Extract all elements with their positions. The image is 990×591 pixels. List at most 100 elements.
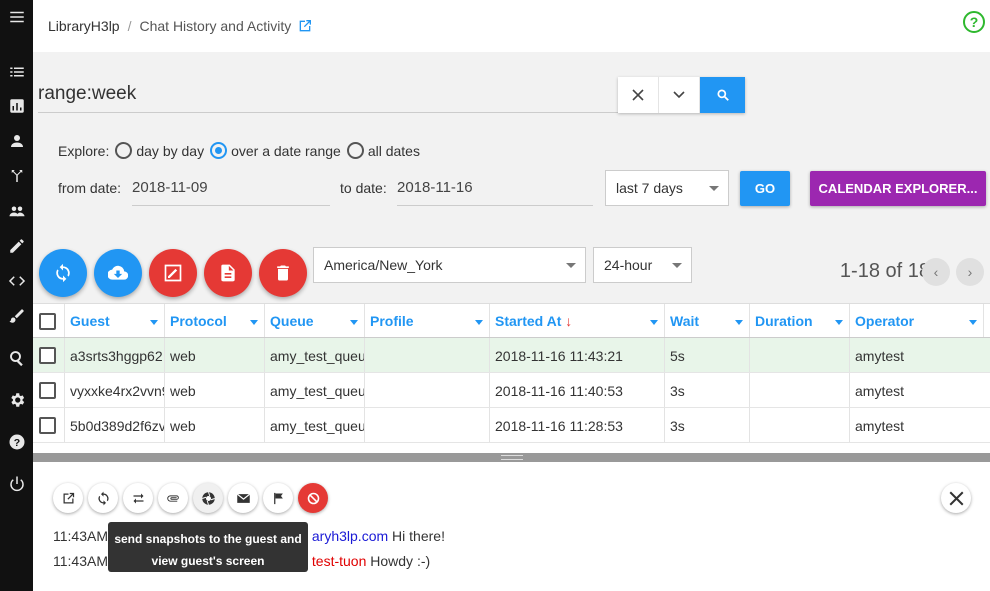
range-preset-select[interactable]: last 7 days: [605, 170, 729, 206]
radio-day-by-day[interactable]: [115, 142, 133, 159]
column-menu-icon[interactable]: [969, 320, 977, 325]
cell-duration: [749, 408, 849, 442]
signature-button[interactable]: [149, 249, 197, 297]
cell-operator: amytest: [849, 408, 983, 442]
next-page-button[interactable]: ›: [956, 258, 984, 286]
column-header-started-at[interactable]: Started At ↓: [489, 304, 664, 337]
to-date-field[interactable]: 2018-11-16: [397, 170, 593, 206]
action-toolbar: America/New_York 24-hour 1-18 of 18 ‹ ›: [33, 227, 990, 303]
explore-radio-group: Explore: day by day over a date range al…: [58, 142, 420, 159]
column-menu-icon[interactable]: [475, 320, 483, 325]
column-header-operator[interactable]: Operator: [849, 304, 983, 337]
block-button[interactable]: [298, 483, 328, 513]
clear-search-button[interactable]: [618, 77, 659, 113]
help-circle-icon[interactable]: ?: [962, 10, 986, 34]
row-checkbox[interactable]: [39, 382, 56, 399]
column-header-guest[interactable]: Guest: [64, 304, 164, 337]
sync-icon: [97, 491, 109, 505]
chevron-right-icon: ›: [967, 264, 973, 280]
menu-icon[interactable]: [0, 0, 33, 34]
list-icon[interactable]: [0, 55, 33, 89]
refresh-button[interactable]: [39, 249, 87, 297]
row-checkbox[interactable]: [39, 347, 56, 364]
cell-profile: [364, 373, 489, 407]
search-submit-button[interactable]: [700, 77, 745, 113]
sort-desc-icon: ↓: [565, 313, 573, 329]
column-header-queue[interactable]: Queue: [264, 304, 364, 337]
code-icon[interactable]: [0, 264, 33, 298]
cell-duration: [749, 373, 849, 407]
search-button-group: [618, 77, 745, 113]
power-icon[interactable]: [0, 467, 33, 501]
row-checkbox-cell: [33, 373, 64, 407]
select-all-checkbox[interactable]: [39, 313, 56, 330]
timezone-select[interactable]: America/New_York: [313, 247, 586, 283]
bar-chart-icon[interactable]: [0, 89, 33, 123]
brush-icon[interactable]: [0, 299, 33, 333]
from-date-field[interactable]: 2018-11-09: [132, 170, 330, 206]
transfer-button[interactable]: [123, 483, 153, 513]
breadcrumb-root[interactable]: LibraryH3lp: [48, 18, 120, 34]
open-external-button[interactable]: [53, 483, 83, 513]
paperclip-icon: [166, 494, 179, 502]
go-button[interactable]: GO: [740, 171, 790, 206]
column-menu-icon[interactable]: [835, 320, 843, 325]
column-header-wait[interactable]: Wait: [664, 304, 749, 337]
radio-date-range-label[interactable]: over a date range: [231, 143, 341, 159]
pencil-icon[interactable]: [0, 229, 33, 263]
gear-icon[interactable]: [0, 383, 33, 417]
prev-page-button[interactable]: ‹: [922, 258, 950, 286]
search-input[interactable]: [38, 75, 618, 113]
message-sender: test-tuon: [311, 553, 367, 569]
column-menu-icon[interactable]: [250, 320, 258, 325]
delete-button[interactable]: [259, 249, 307, 297]
question-icon[interactable]: ?: [0, 425, 33, 459]
document-icon: [221, 264, 235, 282]
cell-queue: amy_test_queu: [264, 373, 364, 407]
email-button[interactable]: [228, 483, 258, 513]
cell-operator: amytest: [849, 338, 983, 372]
column-menu-icon[interactable]: [650, 320, 658, 325]
radio-all-dates[interactable]: [346, 142, 364, 159]
download-button[interactable]: [94, 249, 142, 297]
column-header-protocol[interactable]: Protocol: [164, 304, 264, 337]
pane-splitter[interactable]: [33, 453, 990, 462]
search-panel: Explore: day by day over a date range al…: [33, 52, 990, 227]
fork-icon[interactable]: [0, 159, 33, 193]
column-menu-icon[interactable]: [150, 320, 158, 325]
table-row[interactable]: vyxxke4rx2vvn9 web amy_test_queu 2018-11…: [33, 373, 990, 408]
search-icon[interactable]: [0, 341, 33, 375]
from-date-label: from date:: [58, 180, 122, 196]
message-text: Howdy :-): [370, 553, 431, 569]
select-all-cell: [33, 304, 64, 337]
row-checkbox[interactable]: [39, 417, 56, 434]
column-menu-icon[interactable]: [350, 320, 358, 325]
table-row[interactable]: a3srts3hggp62 web amy_test_queu 2018-11-…: [33, 338, 990, 373]
calendar-explorer-button[interactable]: CALENDAR EXPLORER...: [810, 171, 986, 206]
person-icon[interactable]: [0, 124, 33, 158]
attach-file-button[interactable]: [158, 483, 188, 513]
cell-profile: [364, 338, 489, 372]
people-icon[interactable]: [0, 194, 33, 228]
table-row[interactable]: 5b0d389d2f6zv web amy_test_queu 2018-11-…: [33, 408, 990, 443]
cell-started-at: 2018-11-16 11:40:53: [489, 373, 664, 407]
timezone-value: America/New_York: [324, 257, 443, 273]
radio-day-by-day-label[interactable]: day by day: [136, 143, 204, 159]
transcript-button[interactable]: [204, 249, 252, 297]
search-options-button[interactable]: [659, 77, 700, 113]
column-menu-icon[interactable]: [735, 320, 743, 325]
drag-handle-icon[interactable]: [501, 455, 523, 460]
radio-all-dates-label[interactable]: all dates: [368, 143, 420, 159]
cell-started-at: 2018-11-16 11:43:21: [489, 338, 664, 372]
clock-format-select[interactable]: 24-hour: [593, 247, 692, 283]
external-link-icon[interactable]: [297, 18, 313, 34]
refresh-chat-button[interactable]: [88, 483, 118, 513]
column-header-duration[interactable]: Duration: [749, 304, 849, 337]
snapshot-button[interactable]: [193, 483, 223, 513]
column-header-profile[interactable]: Profile: [364, 304, 489, 337]
close-chat-button[interactable]: [941, 483, 971, 513]
flag-button[interactable]: [263, 483, 293, 513]
radio-date-range[interactable]: [210, 142, 228, 159]
chat-history-table: Guest Protocol Queue Profile Started At …: [33, 303, 990, 453]
cell-duration: [749, 338, 849, 372]
